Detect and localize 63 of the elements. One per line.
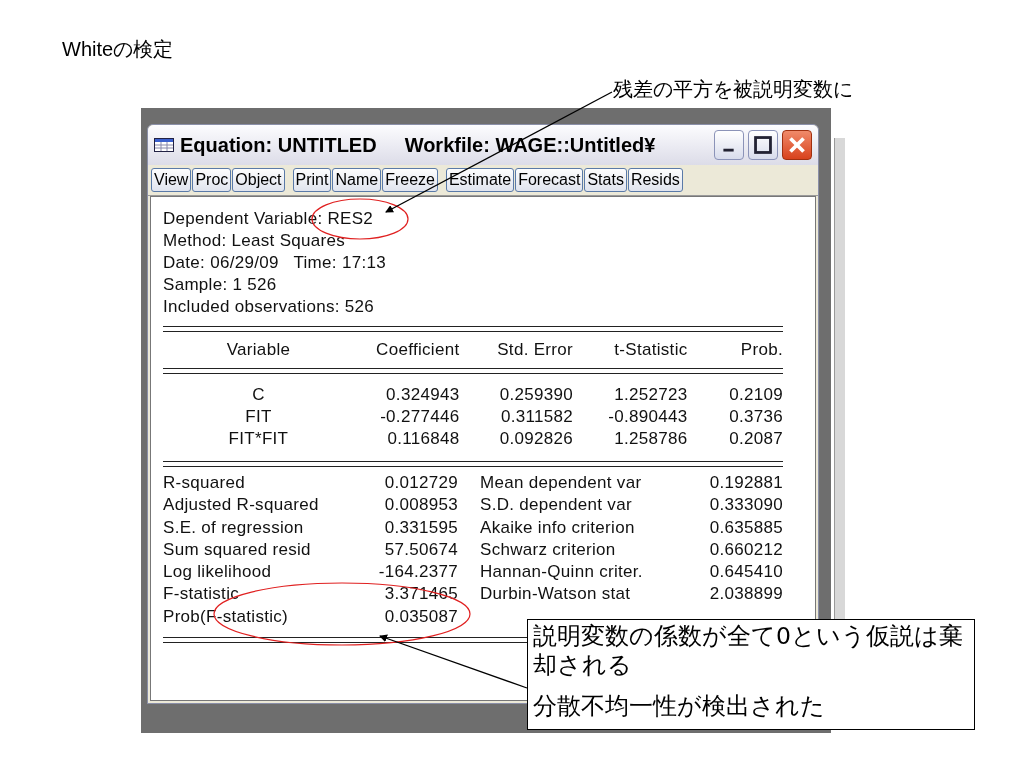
column-header: Std. Error <box>459 332 573 368</box>
stat-label: Adjusted R-squared <box>163 494 320 517</box>
header-line: Date: 06/29/09 Time: 17:13 <box>163 252 386 274</box>
stat-label: F-statistic <box>163 583 241 606</box>
stat-value: 0.660212 <box>708 538 783 561</box>
stat-value: 0.645410 <box>708 561 783 584</box>
table-cell-text: -0.890443 <box>607 406 688 428</box>
header-line: Included observations: 526 <box>163 296 374 318</box>
table-cell-text: -0.277446 <box>379 406 460 428</box>
toolbar-button[interactable]: Freeze <box>382 168 438 192</box>
column-header: t-Statistic <box>572 332 688 368</box>
table-cell-text: 0.3736 <box>728 406 783 428</box>
stat-label: Hannan-Quinn criter. <box>479 561 644 584</box>
stat-label: Akaike info criterion <box>479 516 636 539</box>
stat-value: -164.2377 <box>377 561 458 584</box>
toolbar-button[interactable]: Forecast <box>515 168 584 192</box>
column-header: Prob. <box>739 339 783 361</box>
table-cell-text: 0.2087 <box>728 428 783 450</box>
table-cell-text: 1.258786 <box>613 428 688 450</box>
toolbar-button[interactable]: Stats <box>584 168 627 192</box>
table-cell-text: 0.2109 <box>728 384 783 406</box>
column-header: Variable <box>225 339 292 361</box>
stat-value: 2.038899 <box>708 583 783 606</box>
table-cell-text: 0.324943 <box>385 384 460 406</box>
stat-label: S.E. of regression <box>163 516 305 539</box>
header-line: Sample: 1 526 <box>163 274 277 296</box>
table-cell-text: C <box>251 384 266 406</box>
window-title: Equation: UNTITLED <box>180 133 377 157</box>
stat-label: Mean dependent var <box>479 472 643 494</box>
stat-value: 57.50674 <box>383 538 458 561</box>
stat-value: 0.035087 <box>383 605 458 628</box>
callout-text: 説明変数の係数が全て0という仮説は棄却される <box>533 622 964 680</box>
toolbar-button[interactable]: Resids <box>627 168 683 192</box>
annotation-text: 残差の平方を被説明変数に <box>613 77 853 102</box>
toolbar-button[interactable]: Proc <box>192 168 232 192</box>
slide-title: Whiteの検定 <box>62 37 174 62</box>
column-header: Coefficient <box>375 339 460 361</box>
toolbar-button[interactable]: Estimate <box>445 168 515 192</box>
stat-value: 0.331595 <box>383 516 458 539</box>
stat-value: 0.635885 <box>708 516 783 539</box>
table-cell-text: 0.116848 <box>386 428 460 450</box>
header-line: Method: Least Squares <box>163 230 346 252</box>
stat-label: Sum squared resid <box>163 538 312 561</box>
stat-value: 0.012729 <box>383 472 458 494</box>
stat-label: Log likelihood <box>163 561 273 584</box>
table-cell: 0.092826 <box>459 428 573 450</box>
toolbar-button[interactable]: Print <box>292 168 332 192</box>
toolbar-button[interactable]: View <box>151 168 192 192</box>
callout-text: 分散不均一性が検出された <box>533 692 826 721</box>
table-cell: 0.259390 <box>459 384 573 406</box>
toolbar-button[interactable]: Name <box>332 168 382 192</box>
stat-label: S.D. dependent var <box>479 494 633 517</box>
stat-label: Durbin-Watson stat <box>479 583 632 606</box>
table-cell: 0.311582 <box>459 406 573 428</box>
table-cell-text: 1.252723 <box>613 384 688 406</box>
stat-label: R-squared <box>163 472 247 494</box>
stat-value: 0.008953 <box>383 494 458 517</box>
table-cell-text: FIT <box>244 406 273 428</box>
stat-label: Schwarz criterion <box>458 538 690 562</box>
table-cell-text: FIT*FIT <box>227 428 290 450</box>
toolbar-button[interactable]: Object <box>232 168 285 192</box>
stat-value: 0.192881 <box>708 472 783 494</box>
stat-value: 0.333090 <box>708 494 783 517</box>
